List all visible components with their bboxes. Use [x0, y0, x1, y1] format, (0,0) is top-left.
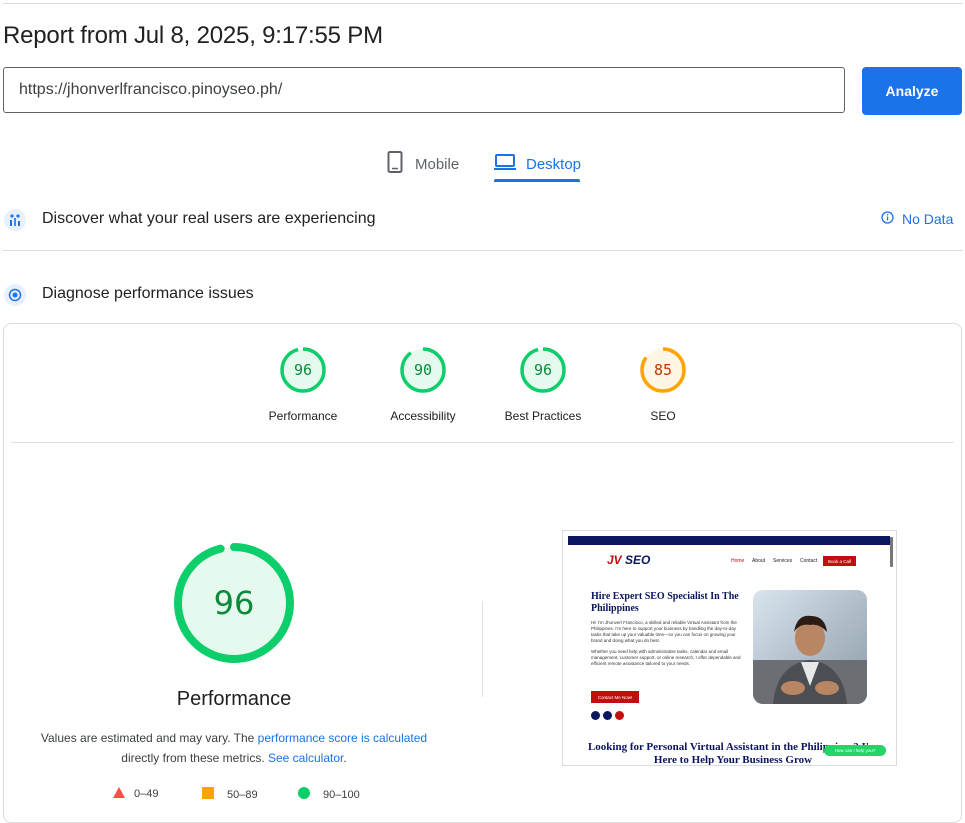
active-tab-indicator: [494, 179, 580, 182]
preview-topbar: [568, 536, 890, 545]
tab-desktop[interactable]: Desktop: [494, 146, 581, 182]
users-chart-icon: [4, 209, 26, 231]
diagnose-icon: [4, 284, 26, 306]
report-title: Report from Jul 8, 2025, 9:17:55 PM: [3, 22, 383, 49]
circle-icon: [298, 787, 310, 802]
info-icon: [881, 211, 894, 227]
gauge-accessibility[interactable]: 90: [393, 347, 453, 393]
top-divider: [3, 3, 963, 4]
no-data-label: No Data: [902, 211, 954, 227]
triangle-icon: [113, 787, 125, 801]
diagnose-title: Diagnose performance issues: [42, 285, 254, 302]
gauge-best-practices[interactable]: 96: [513, 347, 573, 393]
score-note: Values are estimated and may vary. The p…: [38, 728, 430, 768]
linkedin-icon: [603, 711, 612, 720]
analyze-button[interactable]: Analyze: [862, 67, 962, 115]
legend-pass: 90–100: [298, 787, 360, 802]
square-icon: [202, 787, 214, 802]
section-divider: [3, 250, 963, 251]
legend-average-label: 50–89: [227, 788, 258, 801]
preview-nav-contact: Contact: [800, 558, 818, 564]
note-middle: directly from these metrics.: [121, 751, 268, 765]
url-input-value[interactable]: https://jhonverlfrancisco.pinoyseo.ph/: [19, 81, 282, 99]
desktop-icon: [494, 153, 516, 175]
tab-mobile[interactable]: Mobile: [387, 146, 459, 182]
see-calculator-link[interactable]: See calculator: [268, 751, 343, 765]
preview-nav-home: Home: [731, 558, 745, 564]
gauge-label-performance: Performance: [268, 409, 338, 423]
legend-fail: 0–49: [113, 787, 158, 801]
mobile-icon: [387, 151, 403, 177]
gauge-label-accessibility: Accessibility: [390, 409, 456, 423]
gauge-score: 96: [293, 361, 313, 379]
vertical-separator: [482, 601, 483, 697]
legend-pass-label: 90–100: [323, 788, 360, 801]
legend-fail-label: 0–49: [134, 788, 159, 800]
preview-chat-widget: How can I help you?: [824, 745, 886, 756]
preview-intro: Hi! I'm Jhonverl Francisco, a skilled an…: [591, 620, 741, 666]
gauge-score: 90: [413, 361, 433, 379]
preview-nav-services: Services: [773, 558, 793, 564]
facebook-icon: [591, 711, 600, 720]
note-prefix: Values are estimated and may vary. The: [40, 731, 258, 745]
preview-scrollbar: [890, 537, 893, 567]
gauge-performance[interactable]: 96: [273, 347, 333, 393]
tab-mobile-label: Mobile: [415, 155, 460, 173]
gauge-label-best-practices: Best Practices: [504, 409, 582, 423]
note-suffix: .: [343, 751, 347, 765]
tab-desktop-label: Desktop: [526, 155, 582, 173]
youtube-icon: [615, 711, 624, 720]
no-data-indicator[interactable]: No Data: [881, 211, 953, 227]
page-screenshot[interactable]: JV SEO Home About Services Contact Book …: [562, 530, 897, 766]
field-data-title: Discover what your real users are experi…: [42, 210, 376, 227]
preview-book-call: Book a Call: [823, 556, 856, 566]
profile-photo: [753, 590, 867, 704]
preview-nav-about: About: [752, 558, 766, 564]
preview-cta: Contact Me Now!: [591, 691, 639, 703]
gauge-score: 96: [533, 361, 553, 379]
legend-average: 50–89: [202, 787, 258, 802]
gauges-divider: [11, 442, 954, 443]
url-input[interactable]: https://jhonverlfrancisco.pinoyseo.ph/: [3, 67, 845, 113]
performance-title: Performance: [176, 688, 292, 710]
score-calculated-link[interactable]: performance score is calculated: [258, 731, 427, 745]
gauge-score: 85: [653, 361, 673, 379]
performance-score: 96: [213, 584, 255, 622]
gauge-seo[interactable]: 85: [633, 347, 693, 393]
gauge-label-seo: SEO: [650, 409, 676, 423]
preview-headline: Hire Expert SEO Specialist In The Philip…: [591, 591, 739, 614]
preview-logo: JV SEO: [607, 553, 651, 567]
